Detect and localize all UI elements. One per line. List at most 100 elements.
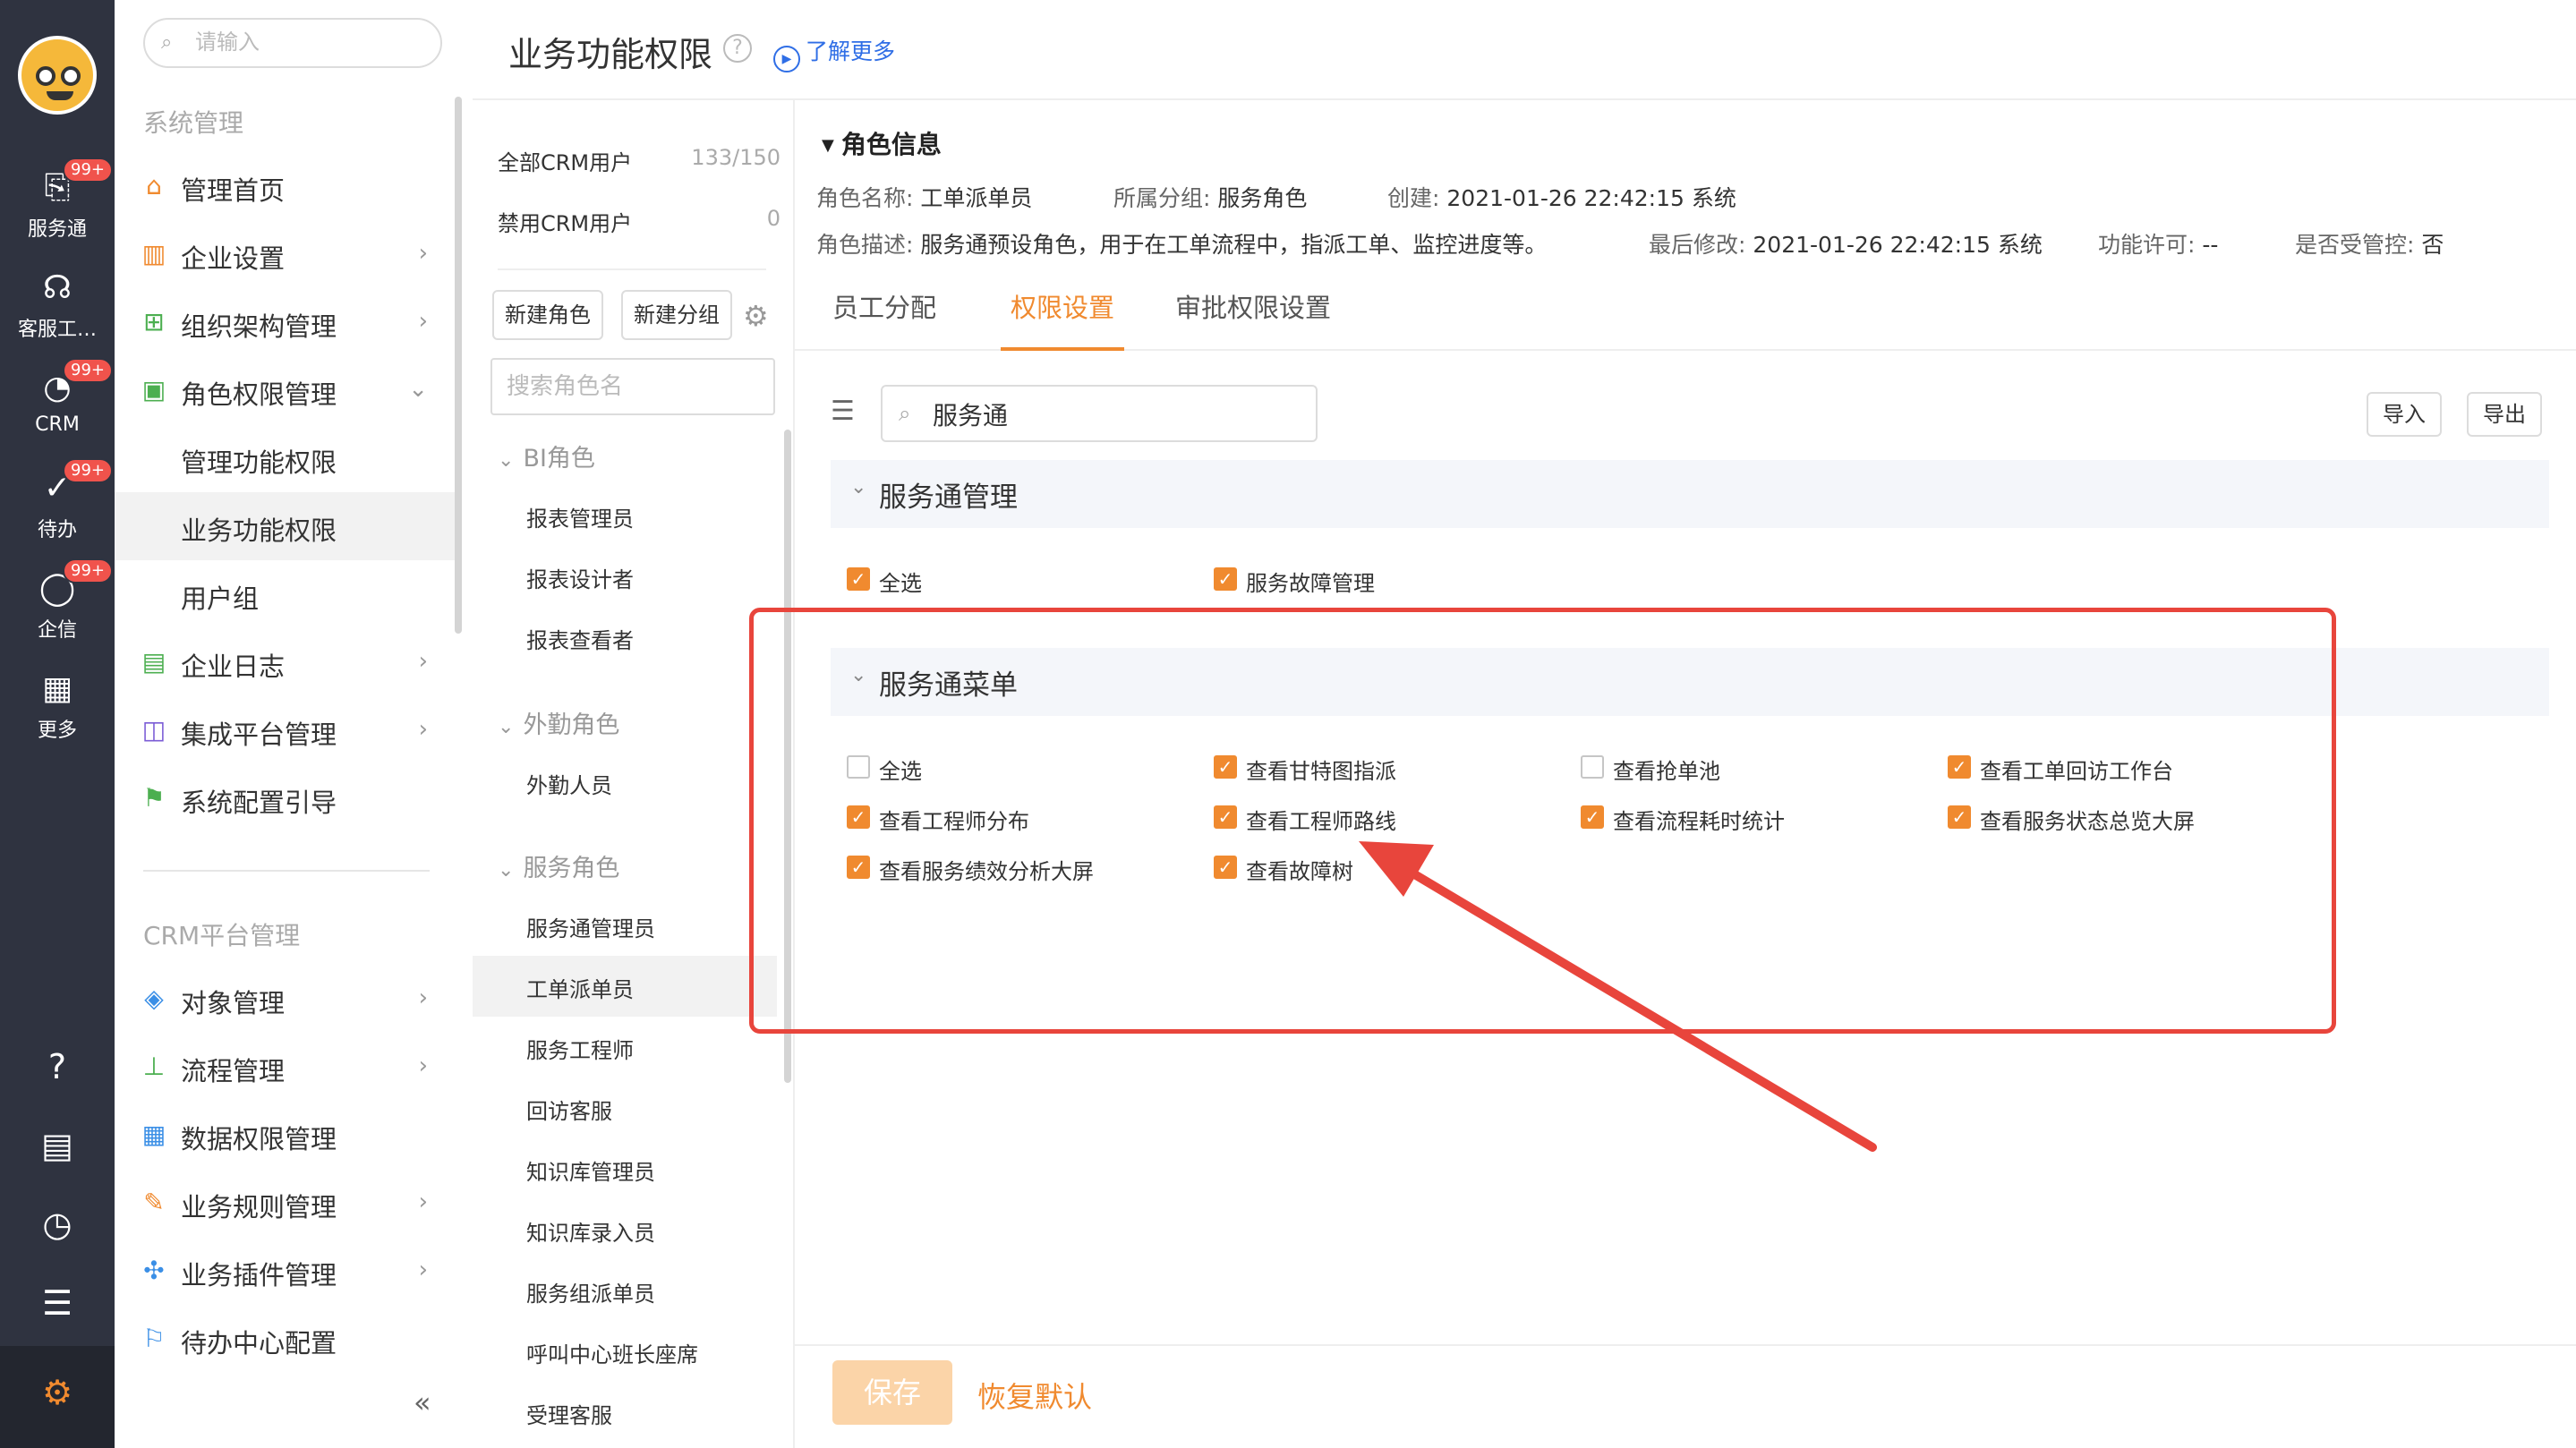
rail-label: 客服工…	[17, 319, 97, 341]
sidebar-item-org[interactable]: ⊞ 组织架构管理 ›	[115, 288, 455, 356]
chevron-down-icon: ⌄	[498, 859, 515, 882]
rail-item-customer-service[interactable]: ☊ 客服工…	[0, 261, 115, 360]
search-icon: ⌕	[161, 31, 173, 54]
disabled-crm-users[interactable]: 禁用CRM用户 0	[498, 206, 780, 237]
gear-icon[interactable]: ⚙	[743, 299, 769, 333]
role-item-label: 呼叫中心班长座席	[526, 1342, 698, 1367]
gear-icon[interactable]: ⚙	[0, 1346, 115, 1448]
role-list-scrollbar[interactable]	[784, 430, 791, 1083]
play-icon: ▶	[773, 46, 800, 72]
sidebar-search[interactable]: ⌕	[143, 18, 442, 68]
role-item[interactable]: 报表设计者	[473, 546, 777, 607]
export-button[interactable]: 导出	[2467, 392, 2542, 437]
role-group-bi[interactable]: ⌄ BI角色	[498, 439, 595, 473]
rail-item-crm[interactable]: ◔ 99+ CRM	[0, 358, 115, 460]
reset-default-button[interactable]: 恢复默认	[977, 1375, 1092, 1416]
rail-item-messages[interactable]: ◯ 99+ 企信	[0, 558, 115, 660]
wrench-icon: ✎	[143, 1188, 165, 1217]
chevron-right-icon: ›	[418, 648, 428, 675]
collapse-sidebar-icon[interactable]: «	[414, 1385, 431, 1419]
help-icon[interactable]: ?	[0, 1031, 115, 1103]
sidebar-item-integration[interactable]: ◫ 集成平台管理 ›	[115, 696, 455, 764]
role-item[interactable]: 服务工程师	[473, 1017, 777, 1077]
chip-icon: ◫	[141, 715, 166, 745]
app-logo[interactable]	[18, 36, 97, 115]
footer-divider	[795, 1344, 2576, 1346]
perm-group-header[interactable]: ⌄ 服务通管理	[831, 460, 2549, 528]
document-icon[interactable]: ▤	[0, 1110, 115, 1181]
role-license-key: 功能许可:	[2098, 232, 2196, 258]
learn-more-link[interactable]: ▶ 了解更多	[773, 34, 895, 72]
permission-search-input[interactable]	[933, 397, 1291, 431]
sidebar-item-flows[interactable]: ⊥ 流程管理 ›	[115, 1033, 455, 1101]
perm-checkbox-label: 服务故障管理	[1246, 571, 1375, 596]
rail-item-more[interactable]: ▦ 更多	[0, 662, 115, 761]
tab-staff-assignment[interactable]: 员工分配	[825, 268, 943, 351]
role-item[interactable]: 受理客服	[473, 1382, 777, 1443]
role-item[interactable]: 服务通管理员	[473, 895, 777, 956]
perm-checkbox-label: 查看抢单池	[1613, 759, 1720, 784]
role-search-input[interactable]: 搜索角色名	[490, 358, 775, 415]
all-crm-users[interactable]: 全部CRM用户 133/150	[498, 145, 780, 176]
cube-icon: ◈	[144, 984, 164, 1013]
role-item[interactable]: 报表管理员	[473, 485, 777, 546]
learn-more-label: 了解更多	[806, 38, 896, 64]
role-item[interactable]: 外勤人员	[473, 752, 777, 813]
tab-approval-permissions[interactable]: 审批权限设置	[1165, 268, 1341, 351]
rail-item-service[interactable]: ⎘ 99+ 服务通	[0, 158, 115, 260]
sidebar-item-user-groups[interactable]: 用户组	[115, 560, 455, 628]
sidebar-item-enterprise-log[interactable]: ▤ 企业日志 ›	[115, 628, 455, 696]
sidebar-item-todo-center[interactable]: ⚐ 待办中心配置	[115, 1305, 455, 1373]
chevron-down-icon: ⌄	[498, 716, 515, 738]
clock-icon[interactable]: ◷	[0, 1188, 115, 1260]
role-item[interactable]: 知识库录入员	[473, 1199, 777, 1260]
sidebar-item-business-permissions[interactable]: 业务功能权限	[115, 492, 455, 560]
save-button[interactable]: 保存	[832, 1360, 952, 1425]
sidebar-item-admin-permissions[interactable]: 管理功能权限	[115, 424, 455, 492]
rail-badge: 99+	[63, 458, 113, 483]
checkbox-checked-icon: ✓	[847, 567, 870, 591]
perm-group-header[interactable]: ⌄ 服务通菜单	[831, 648, 2549, 716]
role-item[interactable]: 回访客服	[473, 1077, 777, 1138]
indent-list-icon[interactable]: ☰	[831, 396, 855, 427]
sidebar-item-label: 业务规则管理	[181, 1192, 337, 1222]
chevron-right-icon: ›	[418, 1256, 428, 1283]
tab-permission-settings[interactable]: 权限设置	[1001, 268, 1124, 351]
role-item[interactable]: 服务组派单员	[473, 1260, 777, 1321]
sidebar-item-enterprise-settings[interactable]: ▥ 企业设置 ›	[115, 220, 455, 288]
sidebar-item-data-permissions[interactable]: ▦ 数据权限管理	[115, 1101, 455, 1169]
sidebar-scrollbar[interactable]	[455, 97, 462, 634]
import-button[interactable]: 导入	[2367, 392, 2442, 437]
new-group-button[interactable]: 新建分组	[621, 290, 732, 340]
role-group-field[interactable]: ⌄ 外勤角色	[498, 705, 619, 740]
org-chart-icon: ⊞	[143, 307, 165, 336]
sidebar-item-role-permissions[interactable]: ▣ 角色权限管理 ⌄	[115, 356, 455, 424]
all-users-count: 133/150	[691, 145, 780, 170]
rail-badge: 99+	[63, 358, 113, 383]
role-group-service[interactable]: ⌄ 服务角色	[498, 848, 619, 883]
role-item-active[interactable]: 工单派单员	[473, 956, 777, 1017]
sidebar-item-business-rules[interactable]: ✎ 业务规则管理 ›	[115, 1169, 455, 1237]
role-item[interactable]: 报表查看者	[473, 607, 777, 668]
disabled-users-count: 0	[766, 206, 780, 231]
role-info-title[interactable]: ▼ 角色信息	[822, 125, 942, 161]
chevron-right-icon: ›	[418, 1188, 428, 1215]
sidebar-item-config-guide[interactable]: ⚑ 系统配置引导	[115, 764, 455, 832]
rail-item-todo[interactable]: ✓ 99+ 待办	[0, 458, 115, 560]
page-header: 业务功能权限 ? ▶ 了解更多	[473, 0, 2576, 100]
sidebar-item-home[interactable]: ⌂ 管理首页	[115, 152, 455, 220]
new-role-button[interactable]: 新建角色	[492, 290, 603, 340]
role-created-key: 创建:	[1387, 185, 1440, 211]
sidebar-item-label: 管理功能权限	[181, 447, 337, 478]
role-item[interactable]: 呼叫中心班长座席	[473, 1321, 777, 1382]
sidebar-search-input[interactable]	[195, 27, 428, 59]
app-rail: ⎘ 99+ 服务通 ☊ 客服工… ◔ 99+ CRM ✓ 99+ 待办 ◯ 99…	[0, 0, 115, 1448]
sidebar-item-plugins[interactable]: ✣ 业务插件管理 ›	[115, 1237, 455, 1305]
role-item[interactable]: 知识库管理员	[473, 1138, 777, 1199]
help-icon[interactable]: ?	[723, 34, 752, 63]
role-item-label: 工单派单员	[526, 977, 634, 1002]
user-list-icon[interactable]: ☰	[0, 1267, 115, 1339]
rail-badge: 99+	[63, 558, 113, 583]
sidebar-item-objects[interactable]: ◈ 对象管理 ›	[115, 965, 455, 1033]
permission-search[interactable]: ⌕	[881, 385, 1318, 442]
